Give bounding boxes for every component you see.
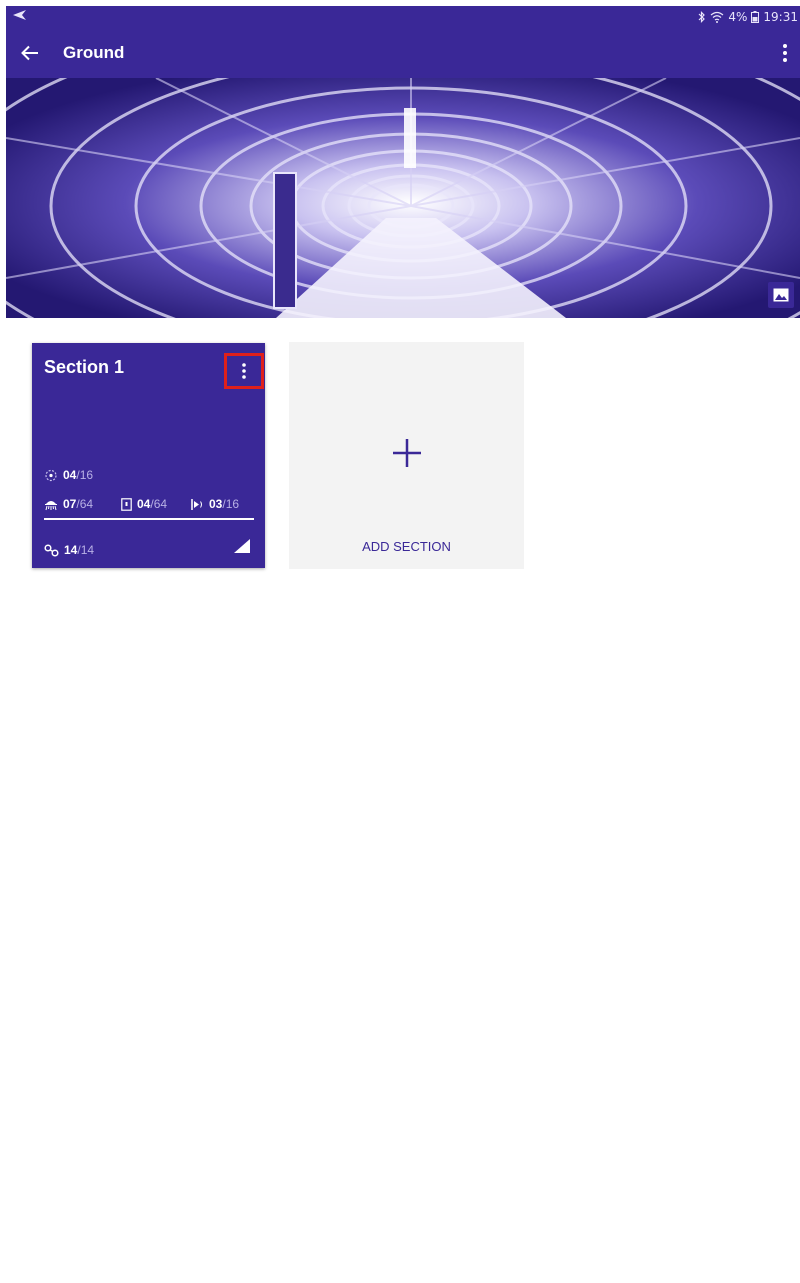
- page-title: Ground: [63, 43, 125, 62]
- status-indicators: 4% 19:31: [698, 6, 798, 28]
- link-icon: [44, 543, 59, 557]
- stat-total: /16: [222, 497, 240, 511]
- tunnel-illustration: [6, 78, 800, 318]
- card-divider: [44, 518, 254, 520]
- stat-doors: 04/64: [121, 497, 167, 511]
- app-bar: Ground: [6, 28, 800, 78]
- sprinkler-icon: [45, 500, 57, 510]
- change-image-button[interactable]: [768, 282, 794, 308]
- stat-total: /64: [76, 497, 94, 511]
- camera-icon: [45, 469, 57, 481]
- stat-current: 04: [63, 468, 77, 482]
- status-bar: 4% 19:31: [6, 6, 800, 28]
- stat-total: /14: [77, 543, 95, 557]
- section-card[interactable]: Section 1 04/16 07/64 04/64 03/16 14/14: [32, 343, 265, 568]
- section-title: Section 1: [44, 357, 125, 377]
- stat-cameras: 04/16: [44, 468, 93, 482]
- stat-total: /64: [150, 497, 168, 511]
- add-section-button[interactable]: ADD SECTION: [289, 342, 524, 569]
- door-icon: [121, 497, 132, 511]
- arrow-left-icon: [21, 45, 38, 61]
- plus-icon: [393, 439, 421, 467]
- battery-percent: 4%: [728, 10, 748, 24]
- wifi-icon: [710, 11, 724, 23]
- clock: 19:31: [763, 10, 798, 24]
- bluetooth-icon: [698, 11, 706, 23]
- siren-icon: [191, 498, 202, 510]
- stat-current: 07: [63, 497, 77, 511]
- more-vertical-icon: [242, 363, 246, 379]
- stat-current: 04: [137, 497, 151, 511]
- stat-current: 03: [209, 497, 223, 511]
- overflow-menu-button[interactable]: [770, 33, 800, 73]
- add-section-label: ADD SECTION: [362, 539, 451, 554]
- stat-total: /16: [76, 468, 94, 482]
- battery-icon: [751, 11, 760, 23]
- stat-current: 14: [64, 543, 78, 557]
- stat-sirens: 03/16: [190, 497, 239, 511]
- stat-links: 14/14: [44, 543, 94, 557]
- header-image: [6, 78, 800, 318]
- notification-icon: [12, 6, 28, 28]
- back-button[interactable]: [10, 33, 50, 73]
- signal-icon: [234, 539, 250, 553]
- image-icon: [773, 288, 789, 302]
- stat-sprinklers: 07/64: [44, 497, 93, 511]
- more-vertical-icon: [783, 44, 787, 62]
- section-menu-button[interactable]: [224, 353, 264, 389]
- app-frame: 4% 19:31 Ground Section 1 04/16 07/64 04…: [6, 6, 800, 1283]
